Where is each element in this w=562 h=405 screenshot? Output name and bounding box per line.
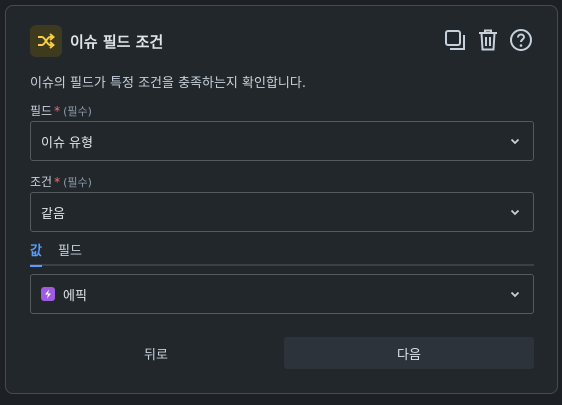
panel-header: 이슈 필드 조건	[30, 25, 163, 57]
required-mark: *	[54, 104, 61, 118]
value-select-value: 에픽	[63, 288, 87, 304]
required-hint: (필수)	[63, 105, 92, 118]
header-actions	[443, 26, 533, 54]
required-mark: *	[54, 175, 61, 189]
rule-condition-panel: 이슈 필드 조건 이슈의 필드가 특정 조건을 충족하는지 확인합니다. 필드 …	[5, 5, 558, 394]
condition-label-row: 조건 * (필수)	[30, 173, 92, 190]
lightning-icon	[41, 287, 55, 301]
field-label: 필드	[30, 104, 53, 118]
field-select[interactable]: 이슈 유형	[30, 121, 534, 161]
tab-field[interactable]: 필드	[58, 240, 82, 265]
value-select[interactable]: 에픽	[30, 274, 534, 314]
trash-icon[interactable]	[476, 26, 500, 54]
condition-select-value: 같음	[41, 206, 65, 222]
panel-description: 이슈의 필드가 특정 조건을 충족하는지 확인합니다.	[30, 76, 306, 91]
field-label-row: 필드 * (필수)	[30, 102, 92, 119]
field-select-value: 이슈 유형	[41, 135, 93, 151]
back-button[interactable]: 뒤로	[36, 337, 276, 369]
chevron-down-icon	[509, 288, 521, 304]
next-button[interactable]: 다음	[284, 337, 534, 369]
condition-select[interactable]: 같음	[30, 192, 534, 232]
chevron-down-icon	[509, 206, 521, 222]
help-icon[interactable]	[509, 26, 533, 54]
tab-value[interactable]: 값	[30, 240, 42, 267]
value-source-tabs: 값 필드	[30, 240, 534, 267]
required-hint: (필수)	[63, 176, 92, 189]
condition-label: 조건	[30, 175, 53, 189]
panel-title: 이슈 필드 조건	[70, 32, 164, 51]
chevron-down-icon	[509, 135, 521, 151]
copy-icon[interactable]	[443, 26, 467, 54]
shuffle-icon	[30, 25, 62, 57]
